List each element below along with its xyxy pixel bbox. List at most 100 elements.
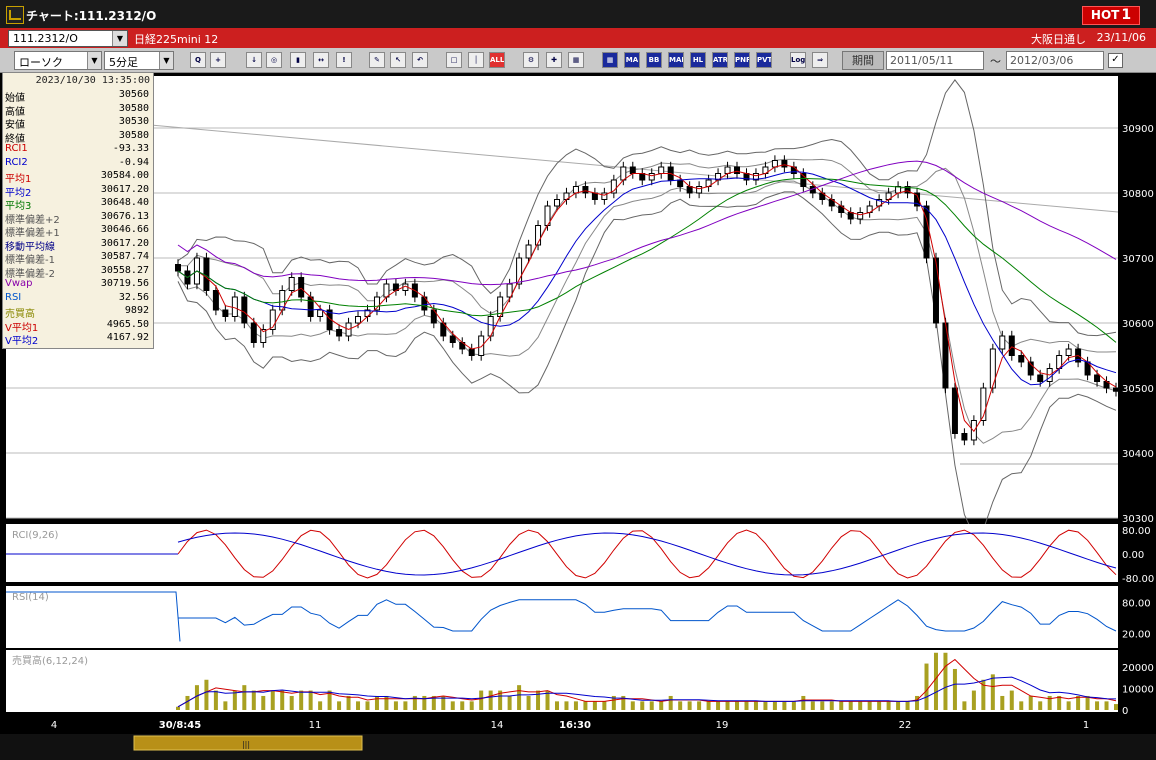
candle-body bbox=[553, 199, 560, 207]
candle-body bbox=[241, 296, 248, 324]
pvt-icon[interactable]: PVT bbox=[756, 52, 772, 68]
candle-body bbox=[525, 244, 532, 259]
legend-value: -93.33 bbox=[112, 143, 149, 154]
market-name: 大阪日通し bbox=[1031, 33, 1086, 46]
legend-row: RCI2 -0.94 bbox=[5, 157, 151, 170]
chart-type-select[interactable]: ローソク ▼ bbox=[14, 51, 102, 70]
chevron-down-icon[interactable]: ▼ bbox=[159, 52, 173, 69]
legend-row: 移動平均線 30617.20 bbox=[5, 238, 151, 253]
symbol-value: 111.2312/O bbox=[13, 32, 78, 45]
gear-icon[interactable]: ⚙ bbox=[523, 52, 539, 68]
export-icon[interactable]: ⇒ bbox=[812, 52, 828, 68]
chevron-down-icon[interactable]: ▼ bbox=[87, 52, 101, 69]
candle-body bbox=[212, 290, 219, 311]
chart-app-icon bbox=[6, 6, 24, 24]
end-date-value: 2012/03/06 bbox=[1010, 54, 1074, 67]
tools-icon[interactable]: ✚ bbox=[546, 52, 562, 68]
hot-count: 1 bbox=[1121, 7, 1132, 23]
candle-body bbox=[932, 257, 939, 324]
atr-icon[interactable]: ATR bbox=[712, 52, 728, 68]
volume-bar bbox=[1019, 701, 1024, 710]
arrows-icon[interactable]: ↔ bbox=[313, 52, 329, 68]
legend-row: 始値 30560 bbox=[5, 89, 151, 104]
volume-bar bbox=[687, 701, 692, 710]
volume-tick-label: 20000 bbox=[1122, 663, 1154, 674]
volume-bar bbox=[716, 701, 721, 710]
line-icon[interactable]: │ bbox=[468, 52, 484, 68]
volume-bar bbox=[896, 701, 901, 710]
legend-value: 4167.92 bbox=[106, 332, 149, 343]
rci-tick-label: 0.00 bbox=[1122, 550, 1144, 561]
all-icon[interactable]: ALL bbox=[489, 52, 505, 68]
volume-bar bbox=[1085, 695, 1090, 710]
legend-timestamp: 2023/10/30 13:35:00 bbox=[35, 75, 150, 86]
ma-icon[interactable]: MA bbox=[624, 52, 640, 68]
volume-bar bbox=[356, 701, 361, 710]
volume-bar bbox=[649, 701, 654, 710]
candle-body bbox=[250, 322, 257, 343]
volume-bar bbox=[697, 701, 702, 710]
chevron-down-icon[interactable]: ▼ bbox=[112, 31, 127, 46]
palette-icon[interactable]: ▦ bbox=[568, 52, 584, 68]
symbol-select[interactable]: 111.2312/O ▼ bbox=[8, 30, 128, 47]
mae-icon[interactable]: MAE bbox=[668, 52, 684, 68]
rsi-title: RSI(14) bbox=[12, 592, 49, 603]
pnf-icon[interactable]: PNF bbox=[734, 52, 750, 68]
candle-body bbox=[298, 277, 305, 298]
volume-bar bbox=[877, 701, 882, 710]
legend-value: 30676.13 bbox=[100, 210, 149, 222]
chart-type-value: ローソク bbox=[19, 56, 63, 69]
price-tick-label: 30700 bbox=[1122, 254, 1154, 265]
legend-label: Vwap bbox=[5, 278, 33, 289]
volume-bar bbox=[848, 701, 853, 710]
checkbox[interactable]: ✓ bbox=[1108, 53, 1123, 68]
price-tick-label: 30300 bbox=[1122, 514, 1154, 525]
volume-bar bbox=[261, 695, 266, 710]
hl-icon[interactable]: HL bbox=[690, 52, 706, 68]
crosshair-icon[interactable]: + bbox=[210, 52, 226, 68]
hot-button[interactable]: HOT 1 bbox=[1082, 6, 1140, 25]
start-date-value: 2011/05/11 bbox=[890, 54, 954, 67]
legend-row: RCI1 -93.33 bbox=[5, 143, 151, 156]
volume-title: 売買高(6,12,24) bbox=[12, 654, 88, 667]
hot-label: HOT bbox=[1090, 8, 1120, 22]
start-date-field[interactable]: 2011/05/11 bbox=[886, 51, 984, 70]
candle-body bbox=[1065, 348, 1072, 356]
end-date-field[interactable]: 2012/03/06 bbox=[1006, 51, 1104, 70]
toolbar: ローソク ▼ 5分足 ▼ Q+ ↓◎ ▮ ↔! ✎ ↖ ↶ □ │ ALL ⚙ ✚ ▦ ▦ MA BB MAE H… bbox=[0, 48, 1156, 73]
undo-icon[interactable]: ↶ bbox=[412, 52, 428, 68]
bar-icon[interactable]: ▮ bbox=[290, 52, 306, 68]
candle-down-icon[interactable]: ↓ bbox=[246, 52, 262, 68]
pencil-icon[interactable]: ✎ bbox=[369, 52, 385, 68]
interval-value: 5分足 bbox=[109, 56, 138, 69]
candle-body bbox=[999, 335, 1006, 350]
volume-bar bbox=[990, 674, 995, 710]
volume-bar bbox=[365, 701, 370, 710]
candle-body bbox=[1113, 387, 1119, 392]
grid-icon[interactable]: ▦ bbox=[602, 52, 618, 68]
volume-bar bbox=[905, 701, 910, 710]
bb-icon[interactable]: BB bbox=[646, 52, 662, 68]
candle-body bbox=[336, 329, 343, 337]
legend-value: 30648.40 bbox=[100, 197, 149, 208]
rci-panel bbox=[6, 524, 1118, 582]
candle-body bbox=[591, 192, 598, 200]
candle-body bbox=[383, 283, 390, 298]
zoom-icon[interactable]: Q bbox=[190, 52, 206, 68]
volume-bar bbox=[479, 690, 484, 710]
volume-bar bbox=[185, 695, 190, 710]
rci-tick-label: 80.00 bbox=[1122, 526, 1151, 537]
period-button[interactable]: 期間 bbox=[842, 51, 884, 70]
warning-icon[interactable]: ! bbox=[336, 52, 352, 68]
box-icon[interactable]: □ bbox=[446, 52, 462, 68]
volume-bar bbox=[232, 690, 237, 710]
cursor-icon[interactable]: ↖ bbox=[390, 52, 406, 68]
price-chart[interactable]: 30900 30800 30700 30600 30500 30400 30300 RCI(… bbox=[0, 72, 1156, 760]
legend-label: RCI2 bbox=[5, 156, 28, 168]
interval-select[interactable]: 5分足 ▼ bbox=[104, 51, 174, 70]
log-icon[interactable]: Log bbox=[790, 52, 806, 68]
magnify-icon[interactable]: ◎ bbox=[266, 52, 282, 68]
legend-label: RSI bbox=[5, 291, 22, 303]
candle-body bbox=[677, 179, 684, 187]
volume-bar bbox=[270, 690, 275, 710]
